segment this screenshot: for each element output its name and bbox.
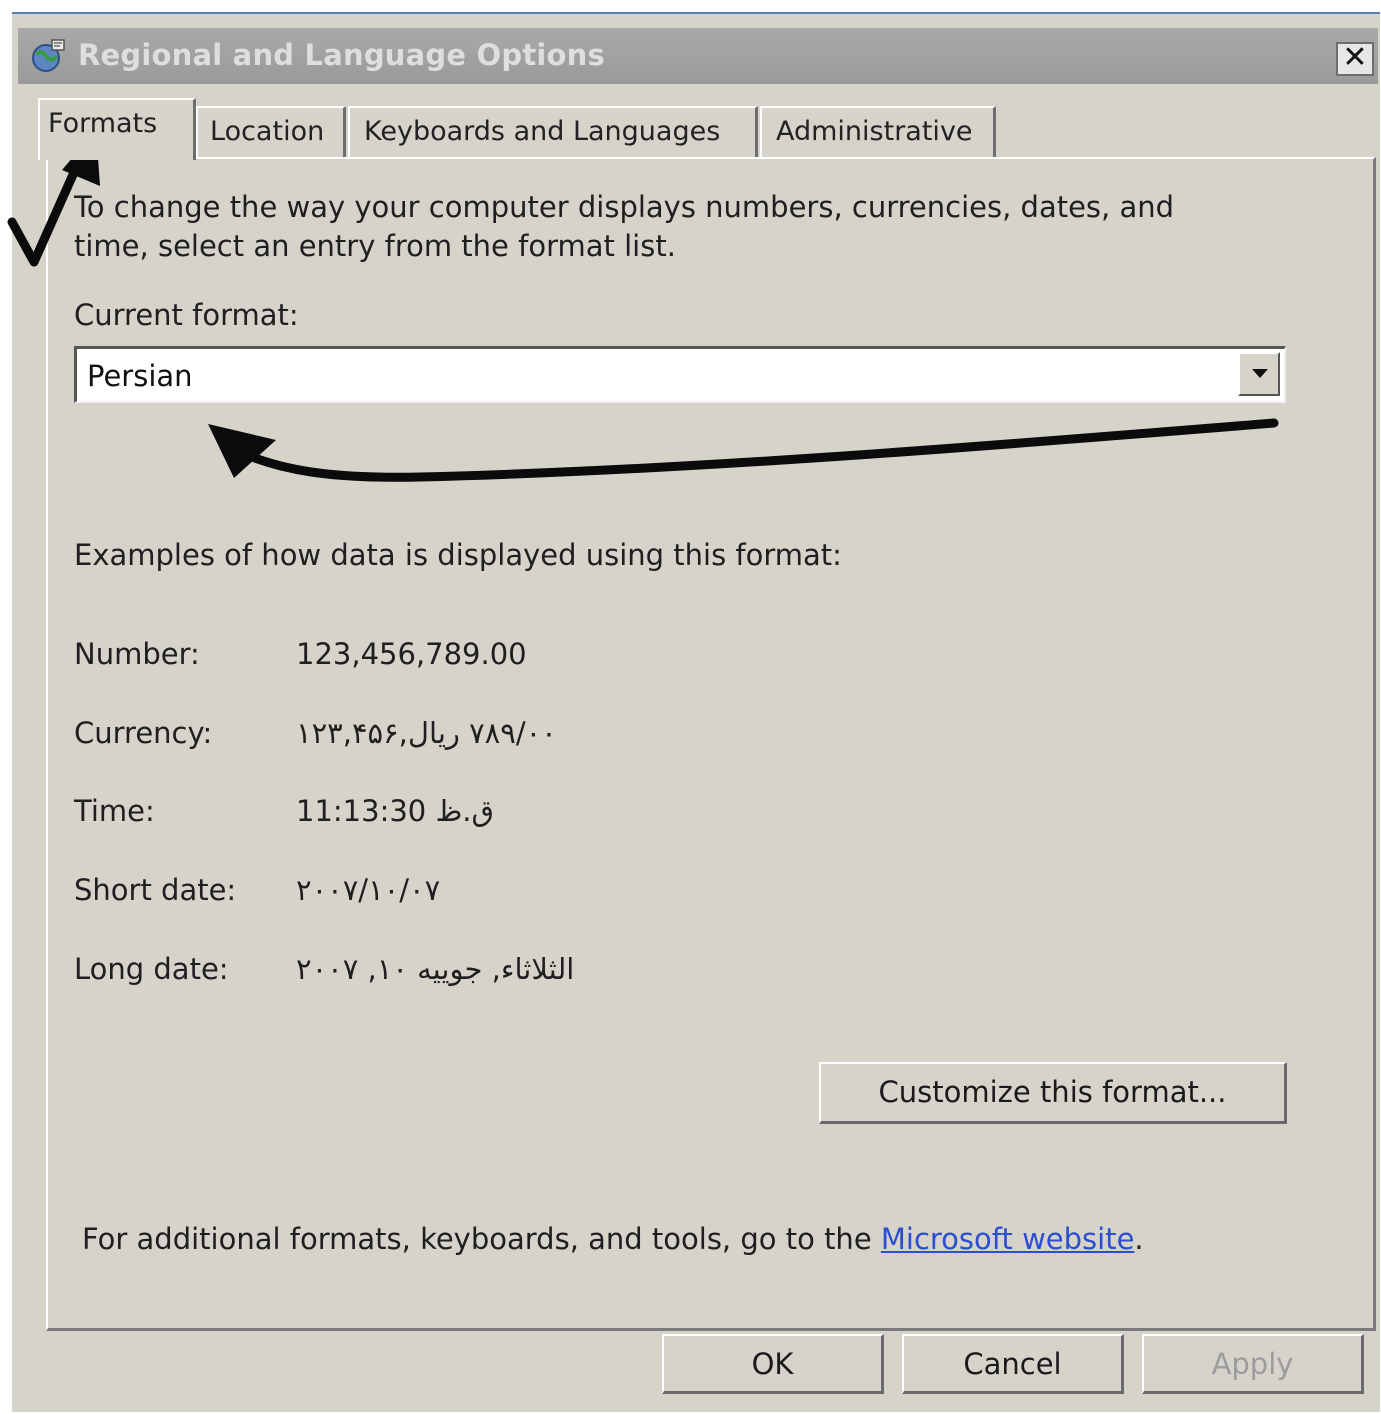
- current-format-value: Persian: [87, 359, 193, 393]
- example-short-date-label: Short date:: [74, 873, 237, 907]
- example-short-date-value: ٢٠٠٧/١٠/٠٧: [296, 873, 441, 907]
- intro-text-line-1: To change the way your computer displays…: [74, 190, 1175, 224]
- tab-location-label: Location: [210, 116, 325, 147]
- close-icon: ✕: [1342, 40, 1368, 75]
- current-format-dropdown[interactable]: Persian: [74, 346, 1286, 403]
- apply-button-label: Apply: [1211, 1347, 1294, 1381]
- tab-administrative[interactable]: Administrative: [760, 106, 996, 158]
- globe-icon: [32, 39, 65, 72]
- customize-format-label: Customize this format...: [878, 1075, 1227, 1109]
- cancel-button-label: Cancel: [963, 1347, 1062, 1381]
- title-bar[interactable]: Regional and Language Options ✕: [18, 28, 1378, 84]
- footer-text: For additional formats, keyboards, and t…: [82, 1222, 1144, 1256]
- cancel-button[interactable]: Cancel: [902, 1334, 1124, 1394]
- microsoft-website-link[interactable]: Microsoft website: [881, 1222, 1135, 1256]
- apply-button[interactable]: Apply: [1142, 1334, 1364, 1394]
- example-time-label: Time:: [74, 794, 155, 828]
- window-title: Regional and Language Options: [78, 38, 605, 72]
- tab-administrative-label: Administrative: [776, 116, 973, 147]
- intro-text-line-2: time, select an entry from the format li…: [74, 229, 676, 263]
- dropdown-arrow-icon[interactable]: [1238, 352, 1280, 396]
- example-long-date-label: Long date:: [74, 952, 229, 986]
- tab-keyboards-languages-label: Keyboards and Languages: [364, 116, 721, 147]
- example-number-value: 123,456,789.00: [296, 637, 527, 671]
- customize-format-button[interactable]: Customize this format...: [819, 1062, 1287, 1124]
- close-button[interactable]: ✕: [1336, 42, 1374, 76]
- examples-heading: Examples of how data is displayed using …: [74, 538, 842, 572]
- tab-location[interactable]: Location: [196, 106, 346, 158]
- tab-keyboards-languages[interactable]: Keyboards and Languages: [348, 106, 758, 158]
- example-long-date-value: الثلاثاء, جوییه ١٠, ٢٠٠٧: [296, 952, 575, 986]
- example-currency-value: ١٢٣,۴۵۶,٧٨٩/٠٠ ریال: [296, 716, 557, 750]
- example-time-value: 11:13:30 ق.ظ: [296, 794, 495, 828]
- tab-formats[interactable]: Formats: [38, 98, 196, 160]
- ok-button-label: OK: [751, 1347, 794, 1381]
- footer-prefix: For additional formats, keyboards, and t…: [82, 1222, 881, 1256]
- example-number-label: Number:: [74, 637, 200, 671]
- formats-panel: [46, 157, 1376, 1331]
- tab-formats-label: Formats: [48, 108, 158, 139]
- footer-suffix: .: [1134, 1222, 1144, 1256]
- ok-button[interactable]: OK: [662, 1334, 884, 1394]
- current-format-label: Current format:: [74, 298, 299, 332]
- example-currency-label: Currency:: [74, 716, 213, 750]
